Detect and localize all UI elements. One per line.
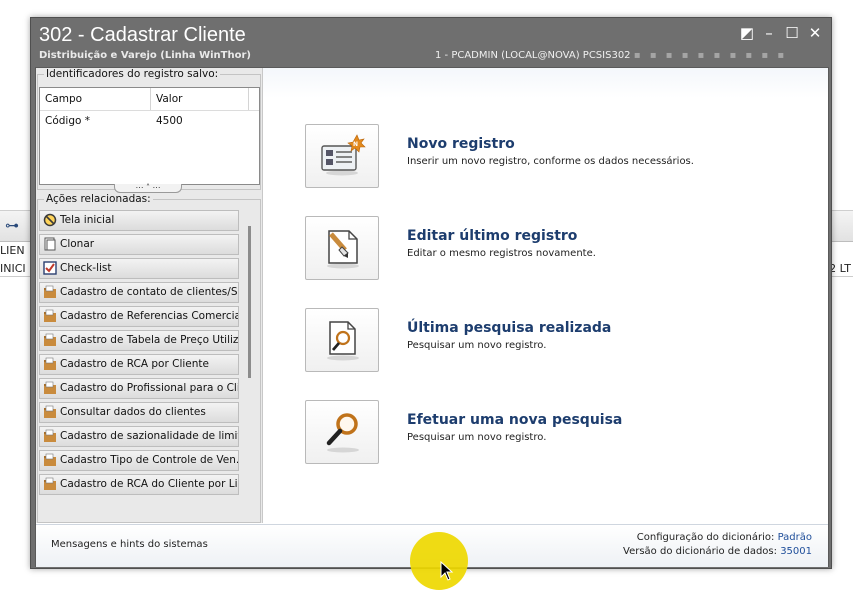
column-divider: [150, 88, 151, 110]
session-info: 1 - PCADMIN (LOCAL@NOVA) PCSIS302 ▪ ▪ ▪ …: [435, 49, 787, 62]
option-nova-pesquisa[interactable]: Efetuar uma nova pesquisa Pesquisar um n…: [305, 400, 805, 464]
action-label: Cadastro de Referencias Comercia...: [60, 310, 239, 322]
action-consultar-dados[interactable]: Consultar dados do clientes: [39, 402, 239, 423]
nova-pesquisa-button[interactable]: [305, 400, 379, 464]
identifiers-grid[interactable]: Campo Valor Código * 4500: [39, 87, 260, 185]
action-label: Cadastro do Profissional para o Cli...: [60, 382, 239, 394]
grid-header: Campo Valor: [40, 88, 259, 111]
window-client-area: Identificadores do registro salvo: Campo…: [35, 67, 829, 567]
action-label: Cadastro de RCA do Cliente por Li...: [60, 478, 239, 490]
dictionary-version: Versão do dicionário de dados: 35001: [623, 546, 812, 557]
action-cadastro-contato[interactable]: Cadastro de contato de clientes/S...: [39, 282, 239, 303]
option-title[interactable]: Editar último registro: [407, 228, 577, 244]
action-cadastro-referencias[interactable]: Cadastro de Referencias Comercia...: [39, 306, 239, 327]
left-panel: Identificadores do registro salvo: Campo…: [36, 68, 263, 523]
action-cadastro-rca-cliente-linha[interactable]: Cadastro de RCA do Cliente por Li...: [39, 474, 239, 495]
option-ultima-pesquisa[interactable]: Última pesquisa realizada Pesquisar um n…: [305, 308, 805, 372]
folder-icon: [43, 285, 57, 299]
action-cadastro-sazionalidade[interactable]: Cadastro de sazionalidade de limit...: [39, 426, 239, 447]
background-cell: 2 LT: [829, 262, 851, 275]
hints-text: Mensagens e hints do sistemas: [51, 539, 208, 550]
cursor-highlight: [410, 532, 468, 590]
window-subtitle: Distribuição e Varejo (Linha WinThor): [39, 50, 251, 61]
novo-registro-button[interactable]: N: [305, 124, 379, 188]
option-editar-ultimo-registro[interactable]: Editar último registro Editar o mesmo re…: [305, 216, 805, 280]
mouse-cursor-icon: [440, 561, 454, 581]
maximize-button[interactable]: ☐: [782, 24, 802, 42]
option-description: Pesquisar um novo registro.: [407, 432, 547, 443]
edit-document-icon: [327, 230, 359, 269]
action-tela-inicial[interactable]: Tela inicial: [39, 210, 239, 231]
column-header-campo[interactable]: Campo: [45, 88, 82, 110]
option-description: Pesquisar um novo registro.: [407, 340, 547, 351]
action-cadastro-rca-cliente[interactable]: Cadastro de RCA por Cliente: [39, 354, 239, 375]
option-title[interactable]: Novo registro: [407, 136, 515, 152]
actions-label: Ações relacionadas:: [44, 193, 153, 205]
content-header-band: [263, 68, 828, 98]
document-icon: [43, 237, 57, 251]
window-title: 302 - Cadastrar Cliente: [39, 24, 246, 46]
svg-text:N: N: [353, 141, 358, 148]
dictionary-version-value: 35001: [780, 546, 812, 557]
minimize-button[interactable]: –: [759, 24, 779, 42]
action-label: Cadastro de sazionalidade de limit...: [60, 430, 239, 442]
dictionary-config: Configuração do dicionário: Padrão: [637, 532, 812, 543]
dictionary-config-label: Configuração do dicionário:: [636, 532, 775, 543]
action-label: Cadastro de Tabela de Preço Utiliz...: [60, 334, 239, 346]
identifiers-label: Identificadores do registro salvo:: [44, 68, 221, 80]
folder-icon: [43, 405, 57, 419]
action-cadastro-tabela-preco[interactable]: Cadastro de Tabela de Preço Utiliz...: [39, 330, 239, 351]
action-clonar[interactable]: Clonar: [39, 234, 239, 255]
dictionary-version-label: Versão do dicionário de dados:: [623, 546, 777, 557]
no-entry-icon: [43, 213, 57, 227]
main-content: N Novo registro Inserir um novo registro…: [263, 68, 828, 523]
background-cell: LIEN: [0, 244, 25, 257]
action-label: Tela inicial: [60, 214, 115, 226]
column-header-valor[interactable]: Valor: [156, 88, 182, 110]
cadastrar-cliente-window: 302 - Cadastrar Cliente Distribuição e V…: [30, 17, 832, 569]
tree-icon: ⊶: [5, 218, 19, 234]
panel-splitter[interactable]: ⋯ ˄ ⋯: [114, 184, 182, 193]
action-label: Clonar: [60, 238, 95, 250]
grid-cell-valor[interactable]: 4500: [156, 110, 183, 132]
grid-cell-campo[interactable]: Código *: [45, 110, 90, 132]
actions-scrollbar-thumb[interactable]: [248, 226, 251, 378]
action-cadastro-profissional[interactable]: Cadastro do Profissional para o Cli...: [39, 378, 239, 399]
magnifier-icon: [326, 413, 359, 453]
ultima-pesquisa-button[interactable]: [305, 308, 379, 372]
action-cadastro-tipo-controle[interactable]: Cadastro Tipo de Controle de Ven...: [39, 450, 239, 471]
checkbox-icon: [43, 261, 57, 275]
new-record-icon: N: [321, 134, 366, 176]
folder-icon: [43, 429, 57, 443]
option-description: Editar o mesmo registros novamente.: [407, 248, 596, 259]
folder-icon: [43, 309, 57, 323]
document-search-icon: [327, 321, 359, 361]
option-novo-registro[interactable]: N Novo registro Inserir um novo registro…: [305, 124, 805, 188]
session-dots: ▪ ▪ ▪ ▪ ▪ ▪ ▪ ▪ ▪ ▪: [633, 50, 788, 61]
action-label: Cadastro Tipo de Controle de Ven...: [60, 454, 239, 466]
restore-icon[interactable]: ◩: [737, 24, 757, 42]
editar-ultimo-registro-button[interactable]: [305, 216, 379, 280]
action-label: Cadastro de contato de clientes/S...: [60, 286, 239, 298]
session-text: 1 - PCADMIN (LOCAL@NOVA) PCSIS302: [435, 50, 631, 61]
folder-icon: [43, 357, 57, 371]
folder-icon: [43, 477, 57, 491]
option-title[interactable]: Efetuar uma nova pesquisa: [407, 412, 622, 428]
option-title[interactable]: Última pesquisa realizada: [407, 320, 611, 336]
title-bar[interactable]: 302 - Cadastrar Cliente Distribuição e V…: [31, 18, 831, 66]
action-label: Check-list: [60, 262, 112, 274]
close-button[interactable]: ✕: [805, 24, 825, 42]
action-check-list[interactable]: Check-list: [39, 258, 239, 279]
column-divider: [248, 88, 249, 110]
background-cell: INICI: [0, 262, 26, 275]
folder-icon: [43, 381, 57, 395]
action-label: Consultar dados do clientes: [60, 406, 206, 418]
folder-icon: [43, 453, 57, 467]
dictionary-config-value: Padrão: [777, 532, 812, 543]
option-description: Inserir um novo registro, conforme os da…: [407, 156, 694, 167]
folder-icon: [43, 333, 57, 347]
action-label: Cadastro de RCA por Cliente: [60, 358, 209, 370]
